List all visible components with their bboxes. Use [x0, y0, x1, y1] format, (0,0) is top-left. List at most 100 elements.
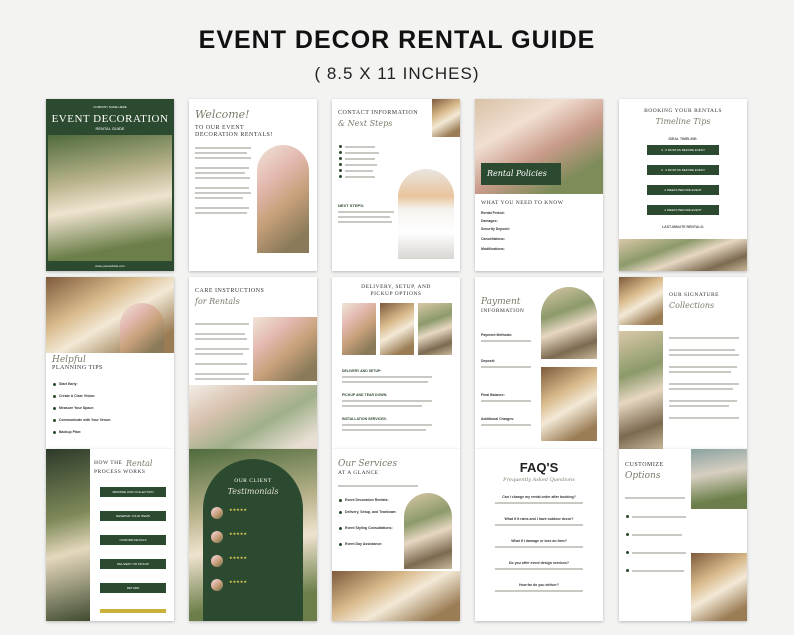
company-name: COMPANY NAME HERE — [93, 105, 127, 109]
contact-photo — [432, 99, 460, 137]
customize-heading: CUSTOMIZE — [625, 462, 664, 468]
delivery-item-2: PICKUP AND TEAR DOWN: — [342, 393, 388, 397]
collections-photo-1 — [619, 277, 663, 325]
process-step-2: RESERVE YOUR ITEMS — [116, 514, 150, 518]
delivery-item-1: DELIVERY AND SETUP: — [342, 369, 382, 373]
payment-photo-2 — [541, 367, 597, 441]
process-script: Rental — [126, 459, 153, 468]
cover-photo — [48, 135, 172, 261]
avatar — [211, 579, 223, 591]
payment-script: Payment — [481, 297, 521, 307]
payment-item-2: Deposit: — [481, 359, 495, 363]
avatar — [211, 507, 223, 519]
faq-question-2: What if it rains and I have outdoor deco… — [504, 517, 574, 521]
policies-heading: WHAT YOU NEED TO KNOW — [481, 200, 564, 206]
care-photo-1 — [253, 317, 317, 381]
cover-title: EVENT DECORATION — [51, 113, 169, 125]
welcome-photo — [257, 145, 309, 253]
welcome-heading-1: TO OUR EVENT — [195, 125, 245, 131]
payment-item-3: Final Balance: — [481, 393, 505, 397]
process-heading-2: PROCESS WORKS — [94, 469, 146, 475]
timeline-step-1: 3 - 6 MONTHS BEFORE EVENT — [661, 148, 705, 152]
rental-policies-page: Rental Policies WHAT YOU NEED TO KNOW Re… — [475, 99, 603, 271]
tip-1: Start Early: — [59, 382, 78, 386]
care-script: for Rentals — [195, 297, 240, 306]
process-step-4: DELIVERY OR PICKUP — [116, 562, 150, 566]
delivery-photo-2 — [380, 303, 414, 355]
timeline-step-2: 2 - 3 MONTHS BEFORE EVENT — [661, 168, 705, 172]
cover-subtitle: RENTAL GUIDE — [95, 126, 125, 131]
policies-script: Rental Policies — [487, 169, 547, 178]
delivery-photo-3 — [418, 303, 452, 355]
services-page: Our Services AT A GLANCE Event Decoratio… — [332, 449, 460, 621]
faq-question-1: Can I change my rental order after booki… — [502, 495, 576, 499]
testimonials-page: OUR CLIENT Testimonials ★★★★★ ★★★★★ ★★★★… — [189, 449, 317, 621]
booking-photo — [619, 239, 747, 271]
process-step-1: BROWSE OUR COLLECTION — [112, 490, 154, 494]
process-heading-1: HOW THE — [94, 460, 123, 466]
page-title: EVENT DECOR RENTAL GUIDE — [198, 26, 596, 54]
booking-page: BOOKING YOUR RENTALS Timeline Tips IDEAL… — [619, 99, 747, 271]
avatar — [211, 531, 223, 543]
planning-script: Helpful — [52, 355, 86, 365]
collections-photo-2 — [619, 331, 663, 449]
contact-portrait — [398, 169, 454, 259]
delivery-page: DELIVERY, SETUP, AND PICKUP OPTIONS DELI… — [332, 277, 460, 449]
customize-photo-2 — [691, 553, 747, 621]
avatar — [211, 555, 223, 567]
last-minute-label: LAST-MINUTE RENTALS: — [662, 225, 704, 229]
delivery-heading-1: DELIVERY, SETUP, AND — [361, 284, 431, 290]
planning-tips-page: Helpful PLANNING TIPS Start Early: Creat… — [46, 277, 174, 449]
payment-item-4: Additional Charges: — [481, 417, 515, 421]
services-photo-2 — [332, 571, 460, 621]
faq-question-3: What if I damage or lose an item? — [511, 539, 567, 543]
contact-script: & Next Steps — [338, 119, 393, 128]
rating-stars-3: ★★★★★ — [229, 555, 247, 560]
ideal-timeline-label: IDEAL TIMELINE: — [668, 137, 698, 141]
faq-script: Frequently Asked Questions — [503, 477, 575, 483]
policy-item-2: Damages: — [481, 219, 498, 223]
rating-stars-1: ★★★★★ — [229, 507, 247, 512]
care-instructions-page: CARE INSTRUCTIONS for Rentals — [189, 277, 317, 449]
care-heading: CARE INSTRUCTIONS — [195, 288, 265, 294]
payment-photo-1 — [541, 287, 597, 359]
payment-page: Payment INFORMATION Payment Methods: Dep… — [475, 277, 603, 449]
payment-item-1: Payment Methods: — [481, 333, 513, 337]
tip-4: Communicate with Your Venue: — [59, 418, 112, 422]
customize-page: CUSTOMIZE Options — [619, 449, 747, 621]
contact-page: CONTACT INFORMATION & Next Steps NEXT ST… — [332, 99, 460, 271]
planning-arch-photo — [120, 303, 164, 353]
page-subtitle: ( 8.5 X 11 INCHES) — [314, 64, 480, 83]
policy-item-3: Security Deposit: — [481, 227, 510, 231]
collections-script: Collections — [669, 301, 715, 310]
tip-3: Measure Your Space: — [59, 406, 95, 410]
planning-heading: PLANNING TIPS — [52, 365, 103, 371]
welcome-script: Welcome! — [195, 108, 250, 121]
collections-page: OUR SIGNATURE Collections — [619, 277, 747, 449]
service-item-1: Event Decoration Rentals: — [345, 498, 389, 502]
process-photo — [46, 449, 90, 621]
tip-2: Create A Clear Vision: — [59, 394, 96, 398]
rating-stars-4: ★★★★★ — [229, 579, 247, 584]
policy-item-4: Cancellations: — [481, 237, 505, 241]
service-item-4: Event Day Assistance: — [345, 542, 383, 546]
services-heading: AT A GLANCE — [338, 470, 379, 476]
faq-question-4: Do you offer event design services? — [508, 561, 570, 565]
welcome-heading-2: DECORATION RENTALS! — [195, 132, 273, 138]
testimonials-script: Testimonials — [227, 487, 279, 496]
contact-heading: CONTACT INFORMATION — [338, 110, 419, 116]
collections-heading: OUR SIGNATURE — [669, 292, 720, 298]
services-photo-1 — [404, 493, 452, 569]
timeline-step-3: 2 WEEKS BEFORE EVENT — [664, 188, 702, 192]
next-steps-label: NEXT STEPS: — [338, 203, 365, 208]
delivery-item-3: INSTALLATION SERVICES: — [342, 417, 387, 421]
process-page: HOW THE Rental PROCESS WORKS BROWSE OUR … — [46, 449, 174, 621]
services-script: Our Services — [338, 459, 398, 469]
rating-stars-2: ★★★★★ — [229, 531, 247, 536]
cover-page: COMPANY NAME HERE EVENT DECORATION RENTA… — [46, 99, 174, 271]
welcome-page: Welcome! TO OUR EVENT DECORATION RENTALS… — [189, 99, 317, 271]
policy-item-1: Rental Period: — [481, 211, 505, 215]
care-photo-2 — [189, 385, 317, 449]
service-item-3: Event Styling Consultations: — [345, 526, 393, 530]
page-preview-grid: COMPANY NAME HERE EVENT DECORATION RENTA… — [46, 99, 748, 627]
